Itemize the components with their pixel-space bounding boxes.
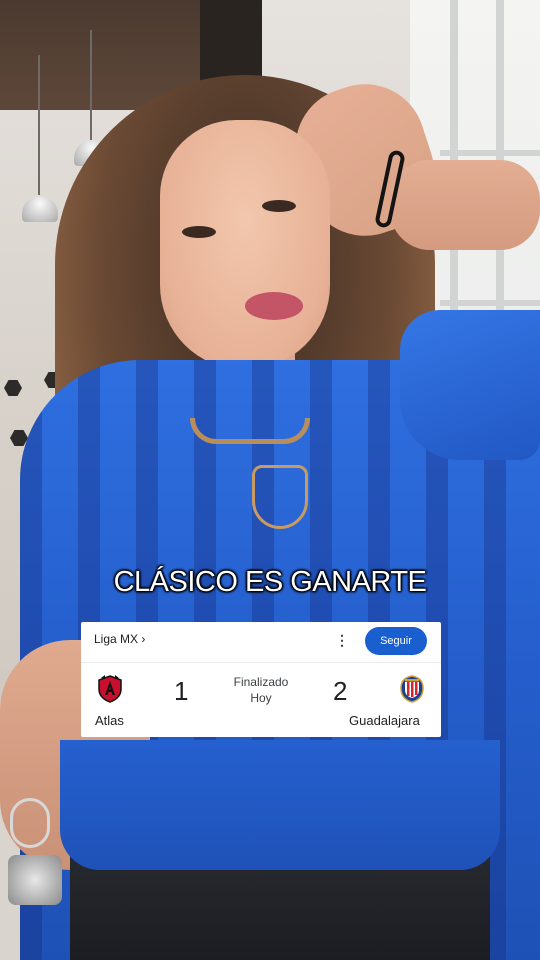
home-score: 1 — [174, 676, 189, 706]
chivas-crest-icon — [400, 675, 424, 703]
league-name: Liga MX — [94, 632, 139, 646]
kebab-menu-icon[interactable]: ⋮ — [335, 631, 349, 649]
card-header: Liga MX › ⋮ Seguir — [81, 622, 441, 658]
league-link[interactable]: Liga MX › — [94, 632, 145, 646]
match-date: Hoy — [250, 691, 272, 705]
away-team-name[interactable]: Guadalajara — [349, 713, 420, 728]
follow-button[interactable]: Seguir — [365, 627, 427, 655]
jersey-sleeve — [400, 310, 540, 460]
status-text: Finalizado — [233, 675, 289, 689]
face — [160, 120, 330, 370]
jersey-collar — [190, 418, 310, 444]
match-score-card[interactable]: Liga MX › ⋮ Seguir Atlas 1 Finalizado Ho… — [81, 622, 441, 737]
bracelet-charms — [8, 855, 62, 905]
video-caption: CLÁSICO ES GANARTE — [113, 566, 427, 598]
background-photo — [0, 0, 540, 960]
atlas-crest-icon — [98, 675, 122, 703]
card-divider — [81, 662, 441, 663]
jersey-bottom — [60, 740, 500, 870]
forearm — [390, 160, 540, 250]
away-score: 2 — [333, 676, 348, 706]
home-team-name[interactable]: Atlas — [95, 713, 124, 728]
bracelet-chain — [10, 798, 50, 848]
chevron-right-icon: › — [141, 632, 146, 646]
match-status: Finalizado Hoy — [221, 674, 301, 706]
lips — [245, 292, 303, 320]
jersey-crest — [252, 465, 308, 529]
